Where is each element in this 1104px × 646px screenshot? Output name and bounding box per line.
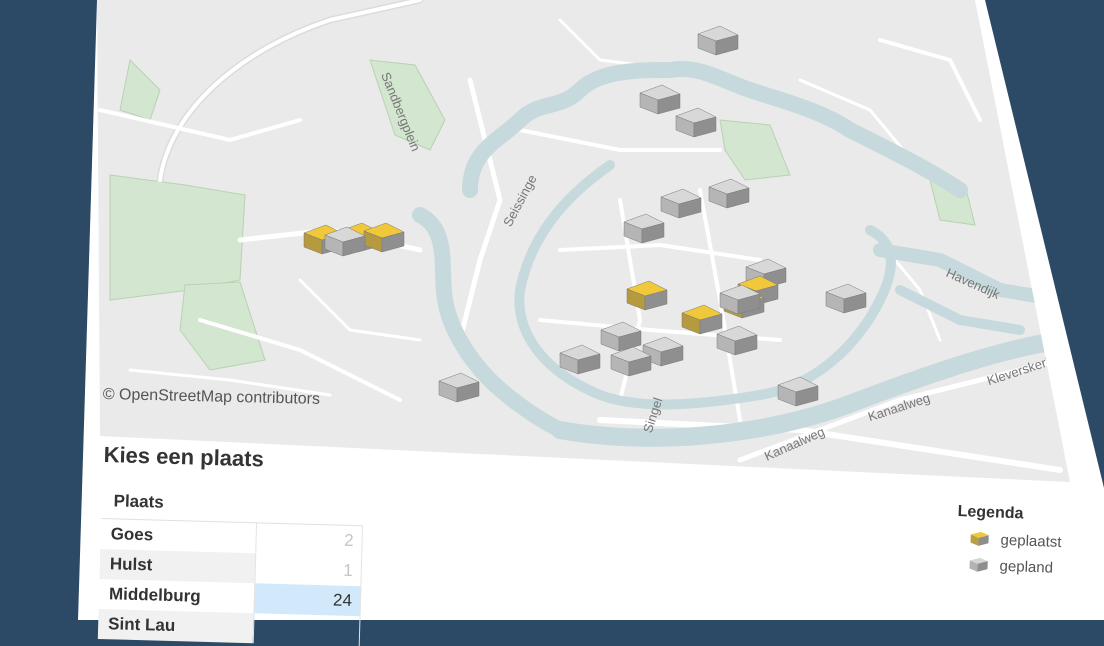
place-name: Middelburg [108,584,201,606]
legend: Legenda geplaatst gepland [955,503,1098,586]
place-count [253,613,361,646]
marker-planned[interactable] [777,376,819,407]
marker-placed[interactable] [681,304,723,335]
placed-box-icon [970,531,989,546]
place-table: Plaats Goes 2 Hulst 1 Middelburg 24 Sint… [97,488,364,646]
marker-planned[interactable] [639,84,681,115]
panel-title: Kies een plaats [103,442,265,472]
marker-planned[interactable] [697,25,739,56]
marker-planned[interactable] [600,321,642,352]
marker-planned[interactable] [675,107,717,138]
marker-planned[interactable] [708,178,750,209]
marker-planned[interactable] [438,372,480,403]
legend-item-geplaatst: geplaatst [968,529,1097,552]
marker-planned[interactable] [559,344,601,375]
marker-planned[interactable] [716,325,758,356]
place-name: Goes [110,524,154,545]
marker-planned[interactable] [660,188,702,219]
legend-label: geplaatst [1000,531,1062,551]
place-name: Hulst [99,548,256,584]
table-row[interactable]: Sint Lau [97,608,361,646]
marker-planned[interactable] [623,213,665,244]
marker-planned[interactable] [825,283,867,314]
planned-box-icon [969,557,988,572]
legend-label: gepland [999,557,1054,577]
place-count: 1 [254,553,362,587]
legend-item-gepland: gepland [967,555,1096,578]
place-count: 24 [253,583,361,617]
place-count: 2 [255,522,363,557]
marker-placed[interactable] [626,280,668,311]
place-name: Sint Lau [97,608,254,644]
